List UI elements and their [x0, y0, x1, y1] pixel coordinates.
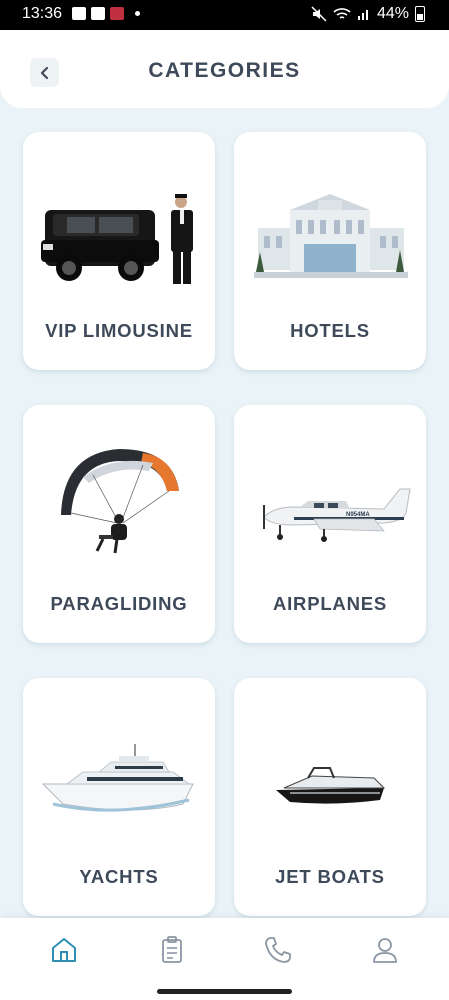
jet-boat-image: [276, 767, 386, 804]
profile-tab[interactable]: [369, 934, 401, 966]
orders-tab[interactable]: [156, 934, 188, 966]
category-card-yachts[interactable]: YACHTS: [23, 678, 215, 916]
category-label: JET BOATS: [275, 866, 385, 887]
status-right: 44%: [311, 5, 425, 23]
mute-icon: [311, 6, 327, 22]
battery-icon: [415, 6, 425, 22]
category-label: HOTELS: [290, 320, 370, 341]
status-time: 13:36: [22, 5, 63, 22]
yacht-image: [41, 744, 194, 812]
airplane-tail-number: N954MA: [346, 512, 370, 518]
check-notification-icon: [91, 7, 105, 20]
limousine-image: [41, 194, 193, 284]
category-label: VIP LIMOUSINE: [45, 320, 193, 341]
hotel-image: [254, 194, 408, 278]
app-notification-icon: [110, 7, 124, 20]
contact-tab[interactable]: [262, 934, 294, 966]
gallery-notification-icon: [72, 7, 86, 20]
status-bar: 13:36 44%: [0, 0, 449, 30]
notification-icons: [72, 7, 140, 20]
battery-percent: 44%: [376, 5, 409, 22]
airplane-image: N954MA: [263, 488, 411, 542]
home-icon: [52, 938, 76, 962]
more-notifications-dot-icon: [135, 11, 140, 16]
category-card-jet-boats[interactable]: JET BOATS: [234, 678, 426, 916]
home-tab[interactable]: [48, 934, 80, 966]
category-card-hotels[interactable]: HOTELS: [234, 132, 426, 370]
user-icon: [373, 938, 397, 963]
phone-icon: [265, 937, 291, 963]
category-label: YACHTS: [79, 866, 159, 887]
wifi-icon: [333, 8, 351, 19]
category-card-vip-limousine[interactable]: VIP LIMOUSINE: [23, 132, 215, 370]
category-card-paragliding[interactable]: PARAGLIDING: [23, 405, 215, 643]
home-indicator[interactable]: [157, 989, 292, 994]
page-title: CATEGORIES: [148, 59, 301, 82]
category-label: PARAGLIDING: [50, 593, 188, 614]
clipboard-icon: [162, 936, 182, 963]
category-label: AIRPLANES: [272, 593, 388, 614]
bottom-navigation: [0, 918, 449, 1000]
paraglider-image: [61, 449, 179, 554]
app-header: CATEGORIES: [0, 30, 449, 108]
category-card-airplanes[interactable]: N954MA AIRPLANES: [234, 405, 426, 643]
signal-icon: [357, 10, 368, 20]
